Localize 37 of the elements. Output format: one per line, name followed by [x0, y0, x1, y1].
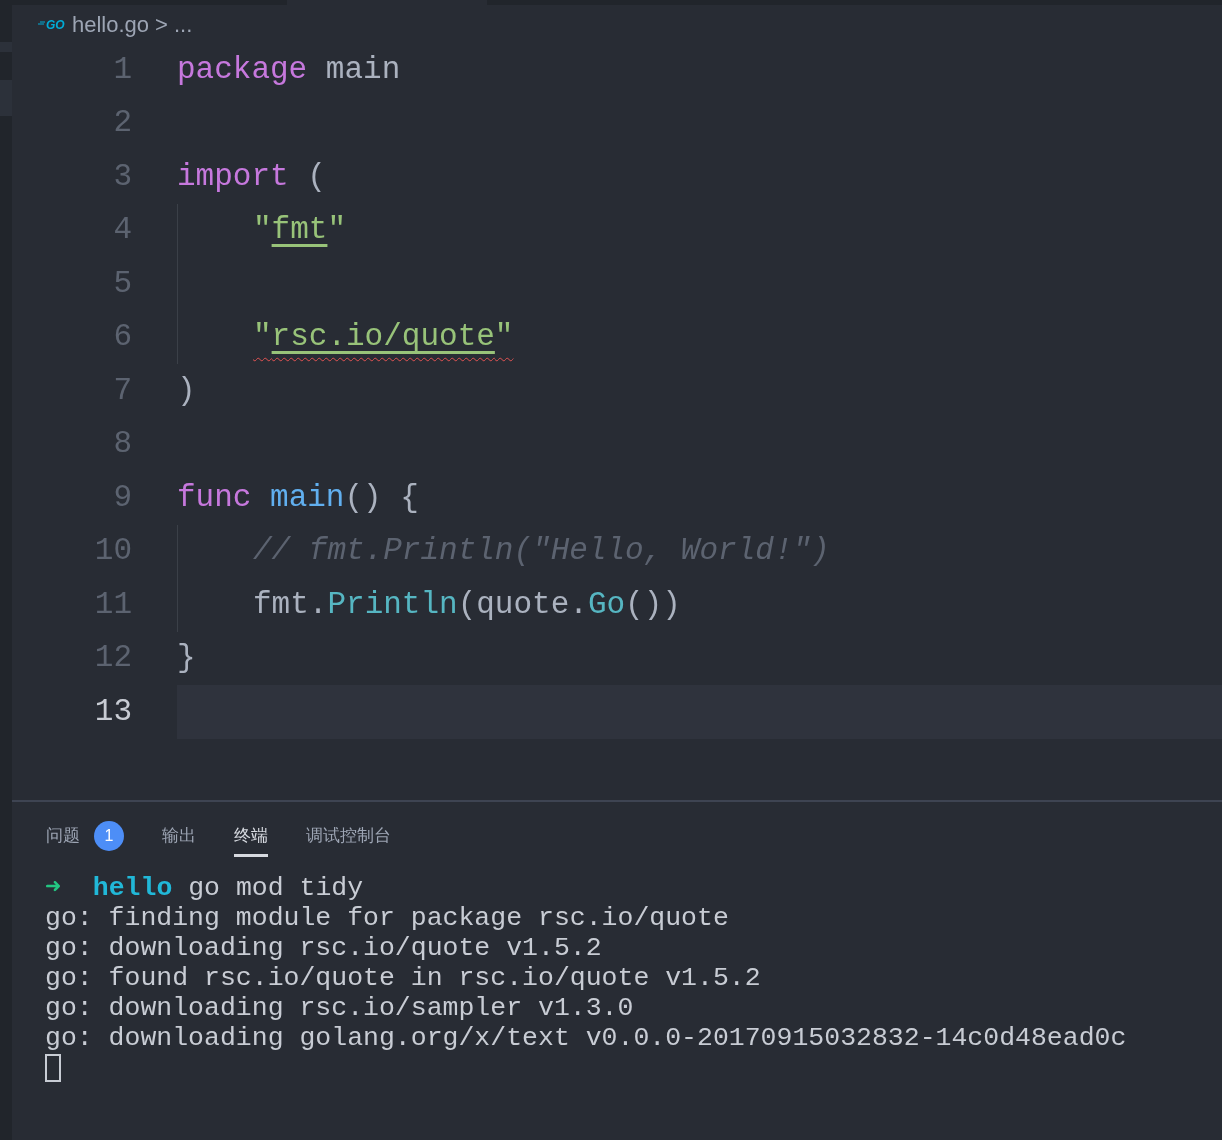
panel-tab[interactable]: 调试控制台 [306, 817, 391, 857]
line-number: 2 [112, 104, 132, 142]
line-number: 3 [112, 157, 132, 196]
code-text: } [177, 639, 196, 677]
line-number: 8 [112, 425, 132, 463]
terminal-output-line: go: found rsc.io/quote in rsc.io/quote v1.5.2 [45, 963, 762, 993]
line-number: 12 [93, 639, 132, 677]
line-number: 13 [93, 692, 132, 731]
code-text: func main() { [177, 478, 419, 517]
line-number: 7 [112, 371, 132, 410]
count-badge: 1 [94, 820, 124, 851]
terminal-output-line: go: downloading rsc.io/quote v1.5.2 [45, 933, 603, 963]
code-text: fmt.Println(quote.Go()) [252, 585, 681, 624]
terminal-cursor [45, 1054, 61, 1082]
code-text: ) [177, 371, 196, 410]
breadcrumb-more[interactable]: ... [173, 7, 193, 41]
line-number: 1 [112, 50, 132, 89]
line-number: 9 [112, 478, 132, 517]
breadcrumb-file[interactable]: hello.go [72, 7, 150, 41]
code-text: "rsc.io/quote" [252, 318, 514, 356]
panel-tab[interactable]: 终端 [234, 817, 268, 857]
line-number: 6 [112, 318, 132, 356]
code-text: import ( [177, 157, 326, 196]
line-number: 11 [93, 585, 132, 624]
line-number: 5 [112, 264, 132, 303]
code-text: // fmt.Println("Hello, World!") [252, 532, 830, 570]
panel-tab[interactable]: 输出 [162, 817, 196, 857]
terminal-output-line: go: downloading rsc.io/sampler v1.3.0 [45, 993, 635, 1023]
breadcrumb-separator: > [155, 10, 168, 39]
line-number: 10 [93, 532, 132, 570]
line-number: 4 [112, 211, 132, 249]
code-text: "fmt" [252, 211, 347, 249]
code-text: package main [177, 50, 401, 89]
terminal-prompt: ➜ hello go mod tidy [45, 873, 365, 903]
terminal-output-line: go: downloading golang.org/x/text v0.0.0-20170915032832-14c0d48ead0c [45, 1023, 1128, 1053]
panel-tab[interactable]: 问题 1 [46, 817, 124, 857]
terminal-output-line: go: finding module for package rsc.io/quote [45, 903, 730, 933]
